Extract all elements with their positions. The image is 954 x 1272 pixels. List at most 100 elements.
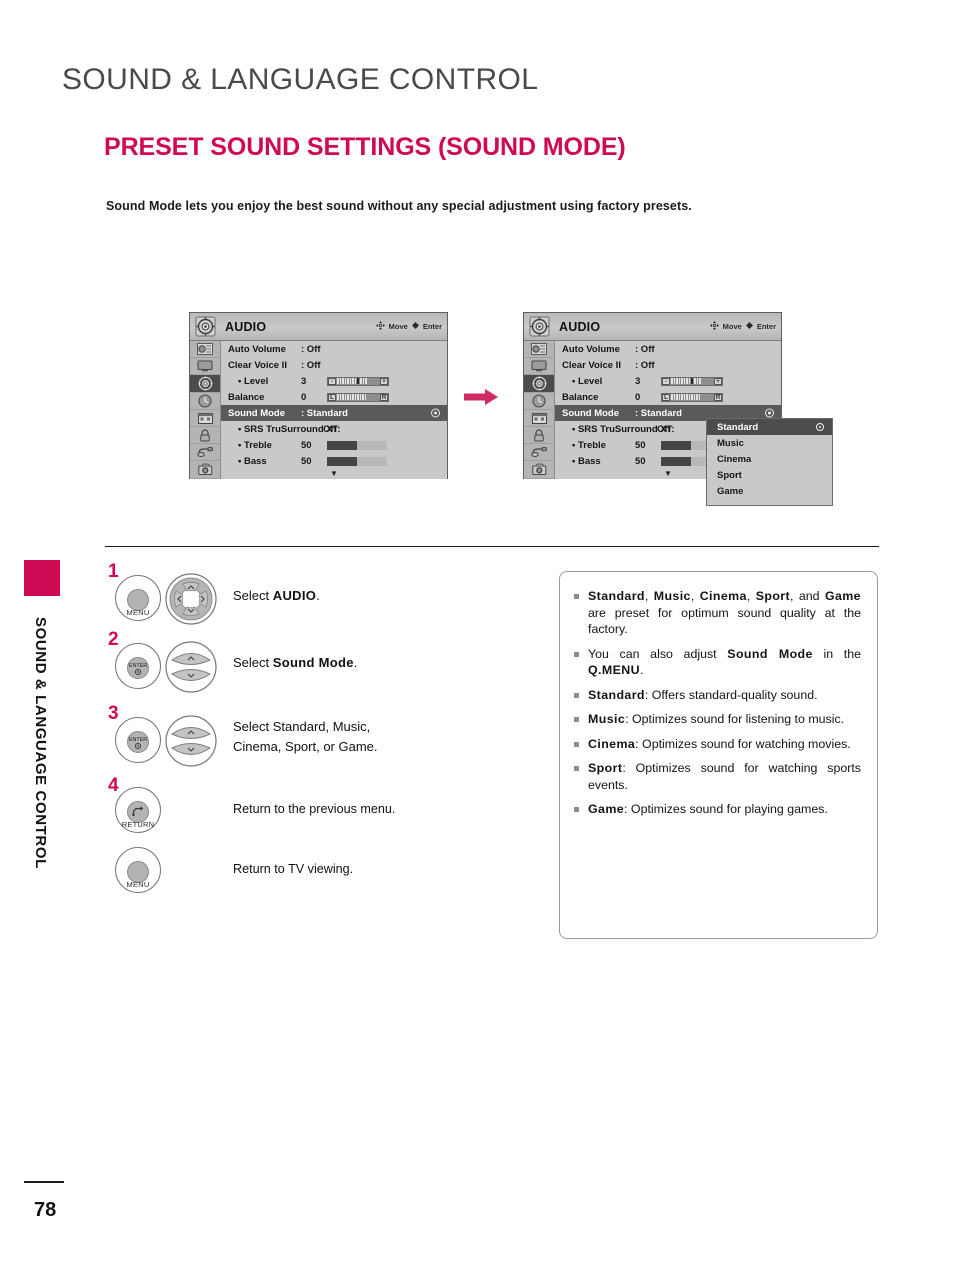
osd-row-level[interactable]: • Level 3 - + <box>555 373 781 389</box>
option-label: Standard <box>717 421 759 433</box>
sidebar-item-picture[interactable] <box>190 341 220 359</box>
note-bold: Game <box>588 802 625 816</box>
sidebar-item-audio[interactable] <box>190 375 220 393</box>
scroll-down-icon[interactable]: ▼ <box>221 469 447 478</box>
osd-header: AUDIO Move Enter <box>190 313 447 341</box>
step-number: 4 <box>108 775 119 796</box>
menu-button[interactable]: MENU <box>115 575 161 621</box>
enter-indicator-icon <box>431 408 440 418</box>
osd-row-bass[interactable]: • Bass 50 <box>221 453 447 469</box>
osd-title: AUDIO <box>559 319 601 334</box>
osd-row-balance[interactable]: Balance 0 L R <box>221 389 447 405</box>
osd-row-auto-volume[interactable]: Auto Volume : Off <box>221 341 447 357</box>
sidebar-item-setup[interactable] <box>190 410 220 427</box>
level-slider[interactable]: - + <box>661 376 723 386</box>
plus-cap[interactable]: + <box>380 377 388 385</box>
return-button[interactable]: RETURN <box>115 787 161 833</box>
dropdown-option-sport[interactable]: Sport <box>707 467 832 483</box>
osd-row-list: Auto Volume : Off Clear Voice II : Off •… <box>221 341 447 479</box>
sidebar-item-lock[interactable] <box>190 427 220 445</box>
dropdown-option-game[interactable]: Game <box>707 483 832 499</box>
nav-pad-button[interactable] <box>165 573 217 630</box>
sidebar-item-time[interactable] <box>524 393 554 410</box>
balance-right-cap[interactable]: R <box>714 393 722 401</box>
edge-tab-label: SOUND & LANGUAGE CONTROL <box>32 617 49 869</box>
balance-slider[interactable]: L R <box>327 392 389 402</box>
dropdown-option-cinema[interactable]: Cinema <box>707 451 832 467</box>
note-item: Sport: Optimizes sound for watching spor… <box>572 760 861 793</box>
chapter-title: SOUND & LANGUAGE CONTROL <box>62 63 539 96</box>
note-item: You can also adjust Sound Mode in the Q.… <box>572 646 861 679</box>
note-item: Game: Optimizes sound for playing games. <box>572 801 861 818</box>
page-number: 78 <box>34 1199 57 1221</box>
row-value: 0 <box>301 391 307 403</box>
osd-row-auto-volume[interactable]: Auto Volume : Off <box>555 341 781 357</box>
step-instruction: Select Standard, Music, Cinema, Sport, o… <box>233 717 378 756</box>
balance-right-cap[interactable]: R <box>380 393 388 401</box>
sidebar-item-usb[interactable] <box>190 461 220 479</box>
osd-row-level[interactable]: • Level 3 - + <box>221 373 447 389</box>
row-label: • SRS TruSurround XT: <box>238 423 341 435</box>
dropdown-option-standard[interactable]: Standard <box>707 419 832 435</box>
osd-category-rail[interactable] <box>190 341 221 479</box>
sidebar-item-screen[interactable] <box>524 358 554 376</box>
sidebar-item-screen[interactable] <box>190 358 220 376</box>
dropdown-option-music[interactable]: Music <box>707 435 832 451</box>
osd-row-treble[interactable]: • Treble 50 <box>221 437 447 453</box>
note-bold: Cinema <box>699 589 747 603</box>
minus-cap[interactable]: - <box>328 377 336 385</box>
note-tail: : Optimizes sound for playing games. <box>624 802 828 816</box>
plus-cap[interactable]: + <box>714 377 722 385</box>
button-caption: MENU <box>126 880 150 889</box>
enter-diamond-icon <box>745 322 753 331</box>
sidebar-item-usb[interactable] <box>524 461 554 479</box>
row-label: • Treble <box>238 439 272 451</box>
osd-category-rail[interactable] <box>524 341 555 479</box>
note-bold: Sound Mode <box>727 646 813 661</box>
minus-cap[interactable]: - <box>662 377 670 385</box>
enter-button[interactable]: ENTER <box>115 717 161 763</box>
sidebar-item-picture[interactable] <box>524 341 554 359</box>
sound-mode-dropdown[interactable]: Standard Music Cinema Sport Game <box>706 418 833 506</box>
sidebar-item-audio[interactable] <box>524 375 554 393</box>
sidebar-item-setup[interactable] <box>524 410 554 427</box>
notes-panel: Standard, Music, Cinema, Sport, and Game… <box>559 571 878 939</box>
note-item: Standard, Music, Cinema, Sport, and Game… <box>572 588 861 638</box>
level-slider[interactable]: - + <box>327 376 389 386</box>
osd-row-clear-voice[interactable]: Clear Voice II : Off <box>221 357 447 373</box>
balance-left-cap[interactable]: L <box>662 393 670 401</box>
note-bold: Music <box>588 712 626 726</box>
row-value: 50 <box>635 455 646 467</box>
step-number: 2 <box>108 629 119 650</box>
up-down-button[interactable] <box>165 641 217 698</box>
osd-row-srs[interactable]: • SRS TruSurround XT: Off <box>221 421 447 437</box>
dpad-icon <box>709 321 719 332</box>
note-bold: Game <box>824 589 861 603</box>
osd-row-sound-mode[interactable]: Sound Mode : Standard <box>221 405 447 421</box>
selected-radio-icon <box>816 423 824 431</box>
osd-hints: Move Enter <box>375 321 442 332</box>
step-number: 3 <box>108 703 119 724</box>
osd-title: AUDIO <box>225 319 267 334</box>
sidebar-item-input[interactable] <box>190 444 220 462</box>
up-down-button[interactable] <box>165 715 217 772</box>
row-label: Clear Voice II <box>228 359 287 371</box>
bass-slider[interactable] <box>327 456 387 466</box>
treble-slider[interactable] <box>327 440 387 450</box>
sidebar-item-input[interactable] <box>524 444 554 462</box>
note-tail: . <box>639 663 644 677</box>
sidebar-item-lock[interactable] <box>524 427 554 445</box>
enter-indicator-icon <box>765 408 774 418</box>
osd-row-clear-voice[interactable]: Clear Voice II : Off <box>555 357 781 373</box>
svg-text:ENTER: ENTER <box>129 663 147 669</box>
balance-left-cap[interactable]: L <box>328 393 336 401</box>
enter-button[interactable]: ENTER <box>115 643 161 689</box>
row-value: : Off <box>635 359 655 371</box>
menu-button[interactable]: MENU <box>115 847 161 893</box>
balance-slider[interactable]: L R <box>661 392 723 402</box>
edge-tab-marker <box>24 560 60 596</box>
sidebar-item-time[interactable] <box>190 393 220 410</box>
osd-audio-menu-before: AUDIO Move Enter Auto Volume: Off Clear… <box>189 312 448 479</box>
osd-row-balance[interactable]: Balance 0 L R <box>555 389 781 405</box>
row-label: • Bass <box>238 455 267 467</box>
